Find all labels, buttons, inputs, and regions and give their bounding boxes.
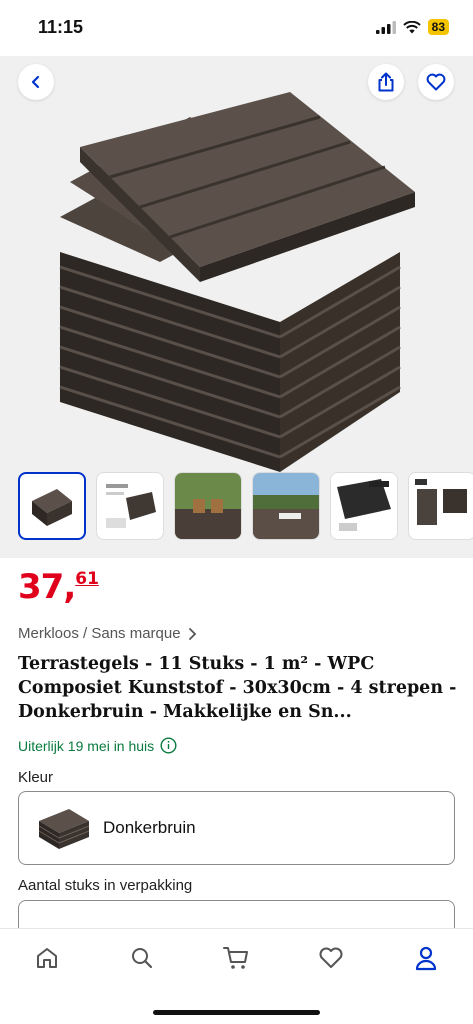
product-title: Terrastegels - 11 Stuks - 1 m² - WPC Com… bbox=[18, 654, 457, 722]
status-time: 11:15 bbox=[38, 17, 84, 37]
bottom-tab-bar bbox=[0, 928, 473, 1024]
thumbnail-strip[interactable] bbox=[18, 472, 473, 540]
thumbnail-6[interactable] bbox=[408, 472, 473, 540]
color-selector[interactable]: Donkerbruin bbox=[18, 791, 455, 865]
pool-thumbnail-image bbox=[253, 473, 319, 539]
color-value: Donkerbruin bbox=[103, 818, 196, 837]
tab-account[interactable] bbox=[411, 943, 441, 973]
tab-home[interactable] bbox=[32, 943, 62, 973]
search-icon bbox=[132, 948, 153, 969]
delivery-text: Uiterlijk 19 mei in huis bbox=[18, 737, 155, 754]
specs-thumbnail-image bbox=[409, 473, 473, 539]
tab-cart[interactable] bbox=[221, 943, 251, 973]
thumbnail-4[interactable] bbox=[252, 472, 320, 540]
battery-indicator: 83 bbox=[427, 19, 449, 35]
info-icon[interactable] bbox=[160, 737, 177, 754]
status-indicators: 83 bbox=[375, 19, 449, 35]
price-decimals: 61 bbox=[75, 569, 99, 589]
thumbnail-3[interactable] bbox=[174, 472, 242, 540]
heart-icon bbox=[319, 947, 343, 968]
thumbnail-2[interactable] bbox=[96, 472, 164, 540]
patio-thumbnail-image bbox=[175, 473, 241, 539]
infographic-thumbnail-image bbox=[106, 484, 156, 528]
home-icon bbox=[37, 948, 57, 968]
user-icon bbox=[415, 946, 437, 971]
status-bar: 11:15 83 bbox=[0, 0, 473, 56]
thumbnail-1[interactable] bbox=[18, 472, 86, 540]
price-integer: 37, bbox=[18, 567, 76, 607]
tab-favorites[interactable] bbox=[316, 943, 346, 973]
chevron-right-icon bbox=[188, 627, 196, 640]
color-label: Kleur bbox=[18, 769, 54, 786]
tab-search[interactable] bbox=[127, 943, 157, 973]
home-indicator bbox=[153, 1010, 320, 1015]
delivery-info: Uiterlijk 19 mei in huis bbox=[18, 737, 177, 754]
brand-name: Merkloos / Sans marque bbox=[18, 625, 181, 642]
product-gallery[interactable] bbox=[0, 56, 473, 558]
product-price: 37,61 bbox=[18, 567, 99, 607]
chevron-left-icon bbox=[31, 75, 40, 89]
back-button[interactable] bbox=[18, 64, 54, 100]
color-swatch-image bbox=[38, 809, 90, 849]
brand-link[interactable]: Merkloos / Sans marque bbox=[18, 625, 197, 642]
tile-thumbnail-image bbox=[32, 489, 72, 526]
favorite-button[interactable] bbox=[418, 64, 454, 100]
signal-icon bbox=[375, 20, 396, 34]
install-thumbnail-image bbox=[331, 473, 397, 539]
heart-icon bbox=[426, 73, 446, 91]
share-button[interactable] bbox=[368, 64, 404, 100]
quantity-label: Aantal stuks in verpakking bbox=[18, 877, 193, 894]
wifi-icon bbox=[402, 20, 421, 33]
share-icon bbox=[378, 72, 394, 92]
product-image[interactable] bbox=[40, 92, 440, 472]
cart-icon bbox=[223, 947, 248, 969]
thumbnail-5[interactable] bbox=[330, 472, 398, 540]
